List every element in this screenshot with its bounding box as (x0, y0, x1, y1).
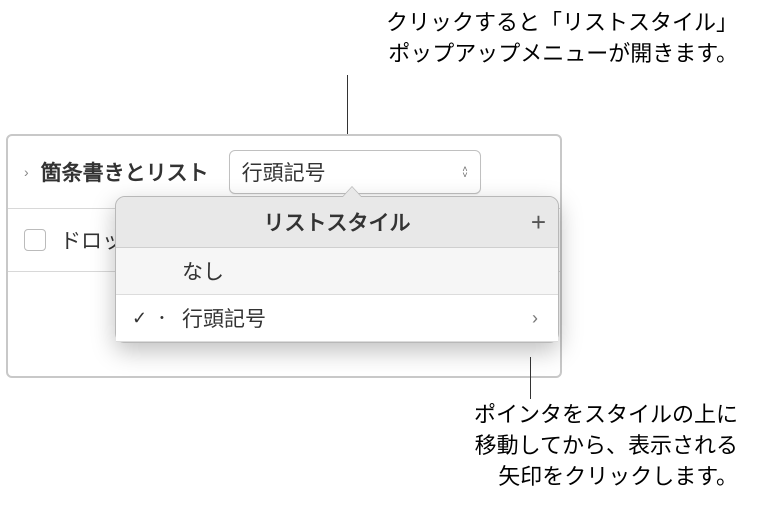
callout-bottom-line3: 矢印をクリックします。 (198, 462, 738, 493)
callout-top: クリックすると「リストスタイル」 ポップアップメニューが開きます。 (386, 8, 738, 70)
list-style-popover: リストスタイル + ✓ • なし ✓ • 行頭記号 › (115, 196, 559, 343)
list-style-item-label: なし (182, 256, 542, 286)
popover-title: リストスタイル (264, 207, 411, 237)
bullets-lists-label: 箇条書きとリスト (41, 157, 209, 187)
callout-bottom-line2: 移動してから、表示される (198, 431, 738, 462)
checkmark-icon: ✓ (132, 308, 160, 329)
list-style-item-bullet[interactable]: ✓ • 行頭記号 › (116, 295, 558, 342)
list-style-item-label: 行頭記号 (182, 303, 532, 333)
callout-bottom-line1: ポインタをスタイルの上に (198, 400, 738, 431)
callout-top-line1: クリックすると「リストスタイル」 (386, 8, 738, 39)
disclosure-chevron-icon[interactable]: › (24, 164, 29, 180)
callout-leader-line-top (347, 75, 348, 134)
drop-cap-label-partial: ドロッ (60, 225, 123, 255)
bullet-icon: • (160, 313, 182, 324)
popover-header: リストスタイル + (116, 197, 558, 248)
popup-button-value: 行頭記号 (242, 157, 326, 187)
add-style-button[interactable]: + (531, 209, 546, 235)
callout-leader-line-bottom (530, 357, 531, 399)
popup-chevrons-icon: ˄ ˅ (462, 166, 467, 178)
list-style-item-none[interactable]: ✓ • なし (116, 248, 558, 295)
callout-bottom: ポインタをスタイルの上に 移動してから、表示される 矢印をクリックします。 (198, 400, 738, 492)
callout-top-line2: ポップアップメニューが開きます。 (386, 39, 738, 70)
drop-cap-checkbox[interactable] (24, 229, 46, 251)
chevron-right-icon[interactable]: › (532, 308, 542, 329)
